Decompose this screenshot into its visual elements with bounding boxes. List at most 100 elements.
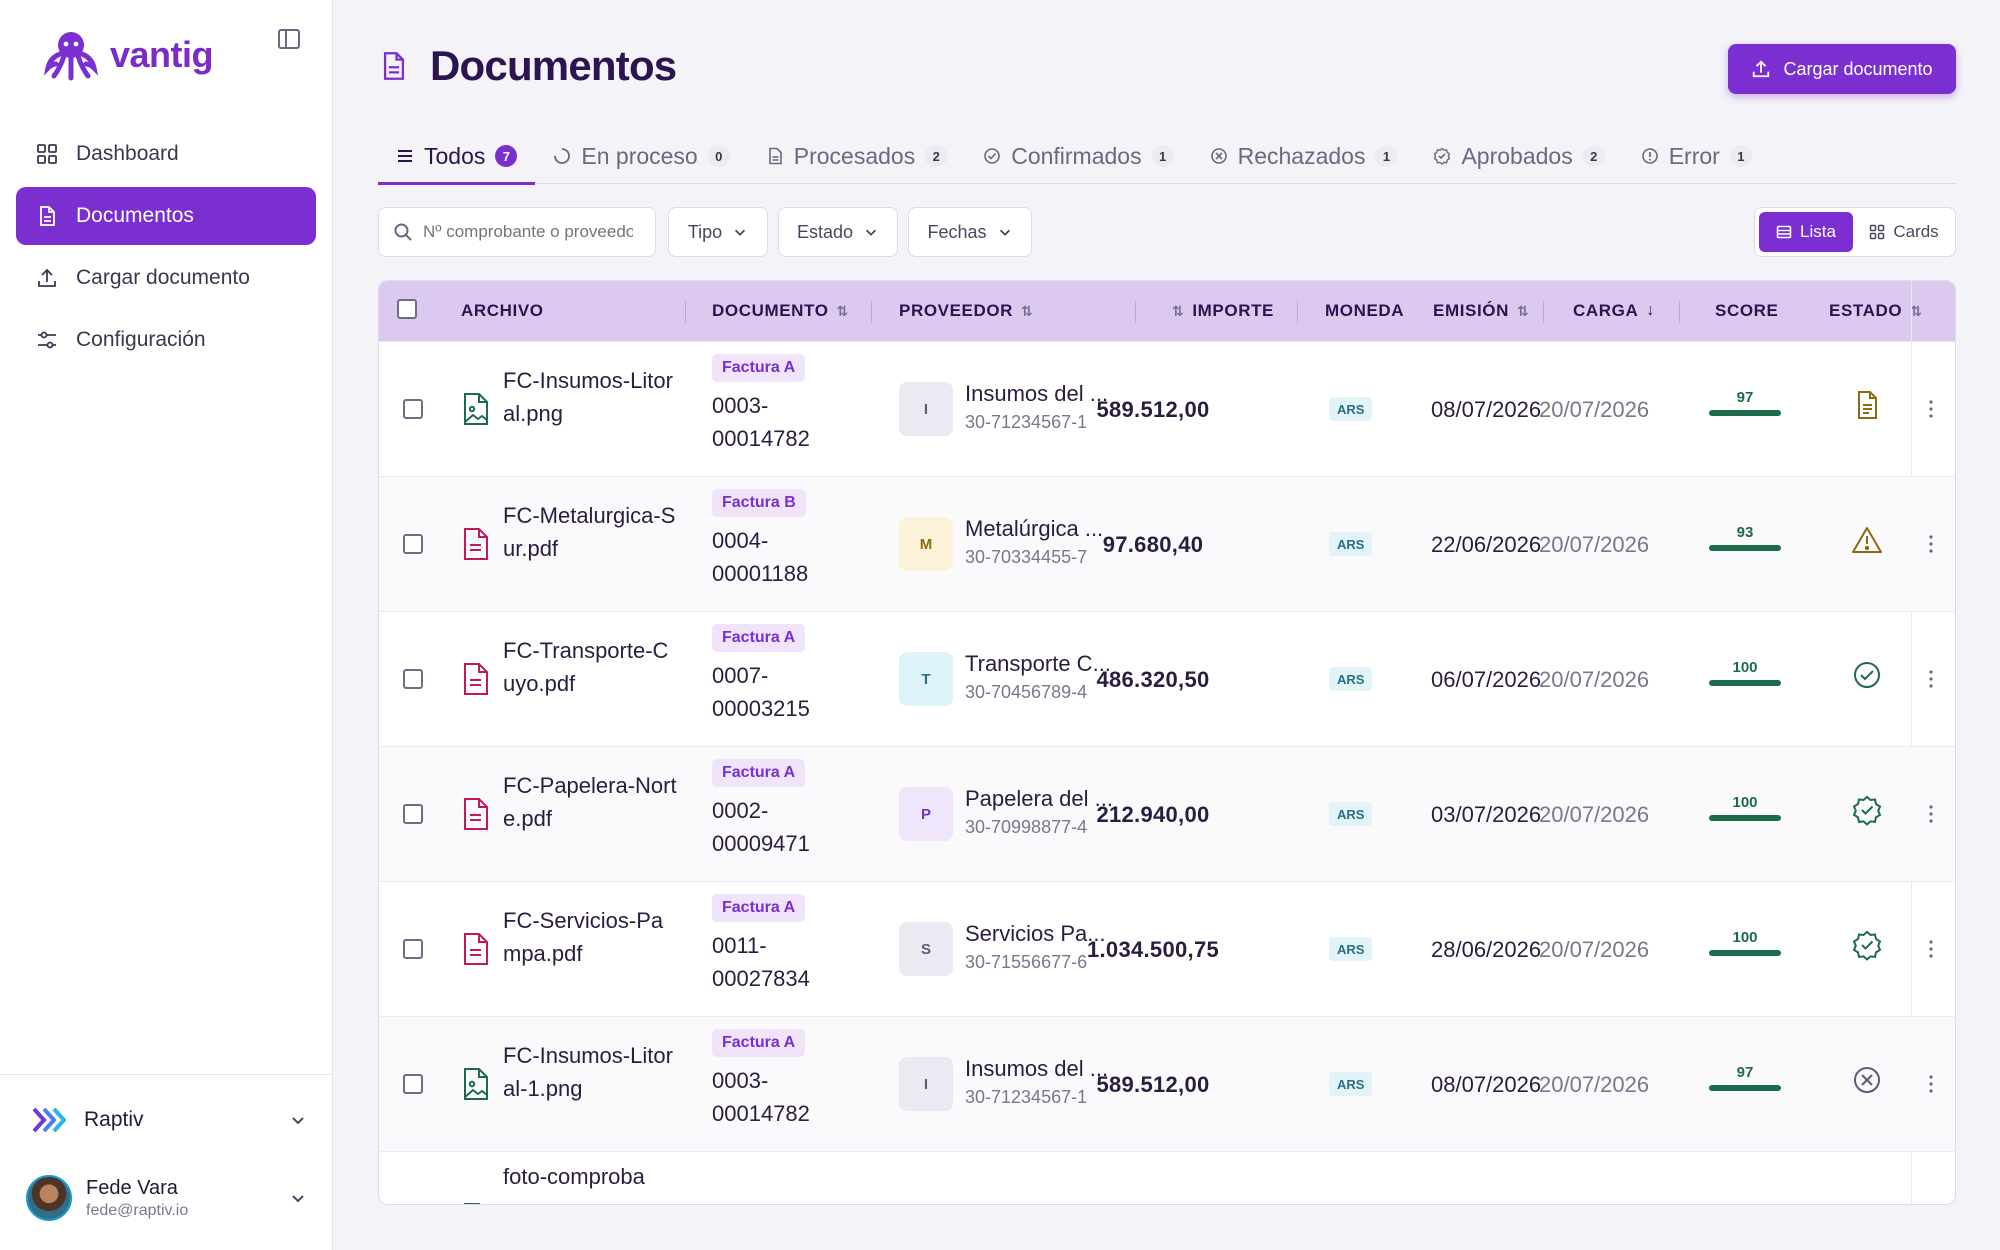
currency-badge: ARS xyxy=(1329,532,1373,556)
document-icon xyxy=(40,206,55,226)
row-checkbox[interactable] xyxy=(403,804,423,824)
page-title: Documentos xyxy=(380,42,677,90)
row-checkbox[interactable] xyxy=(403,669,423,689)
search-input[interactable] xyxy=(423,222,633,242)
tab-en-proceso[interactable]: En proceso 0 xyxy=(535,128,747,184)
table-row[interactable]: FC-Insumos-Litoral-1.png Factura A 0003-00… xyxy=(379,1016,1955,1151)
row-checkbox[interactable] xyxy=(403,1074,423,1094)
fechas-filter-button[interactable]: Fechas xyxy=(908,207,1032,257)
table-row[interactable]: FC-Transporte-Cuyo.pdf Factura A 0007-0000… xyxy=(379,611,1955,746)
table-row[interactable]: foto-comproba———ARS—20/07/2026— xyxy=(379,1151,1955,1204)
page-heading: Documentos xyxy=(430,42,677,89)
column-header-importe[interactable]: ⇅ IMPORTE xyxy=(1172,281,1274,341)
provider-avatar: I xyxy=(899,1057,953,1111)
file-name[interactable]: FC-Servicios-Pampa.pdf xyxy=(503,904,678,970)
column-header-carga[interactable]: CARGA ↓ xyxy=(1573,281,1655,341)
more-actions-icon[interactable] xyxy=(1928,534,1934,554)
warning-status-icon[interactable] xyxy=(1851,524,1883,556)
score-value: 100 xyxy=(1732,794,1758,811)
column-header-archivo[interactable]: ARCHIVO xyxy=(461,281,544,341)
score-value: 93 xyxy=(1736,524,1754,541)
column-header-proveedor[interactable]: PROVEEDOR ⇅ xyxy=(899,281,1033,341)
chevron-down-icon xyxy=(735,229,746,236)
sidebar-item-dashboard[interactable]: Dashboard xyxy=(16,125,316,183)
rejected-status-icon[interactable] xyxy=(1851,1064,1883,1096)
column-label: SCORE xyxy=(1715,301,1779,320)
table-row[interactable]: FC-Metalurgica-Sur.pdf Factura B 0004-0000… xyxy=(379,476,1955,611)
view-cards-label: Cards xyxy=(1893,222,1939,241)
row-checkbox[interactable] xyxy=(403,534,423,554)
table-row[interactable]: FC-Servicios-Pampa.pdf Factura A 0011-0002… xyxy=(379,881,1955,1016)
sidebar-toggle-icon[interactable] xyxy=(276,26,302,52)
table-row[interactable]: FC-Papelera-Norte.pdf Factura A 0002-00009… xyxy=(379,746,1955,881)
org-switcher[interactable]: Raptiv xyxy=(32,1105,307,1135)
upload-button-label: Cargar documento xyxy=(1783,58,1933,79)
estado-filter-button[interactable]: Estado xyxy=(778,207,898,257)
column-label: EMISIÓN xyxy=(1433,301,1509,320)
file-name[interactable]: FC-Transporte-Cuyo.pdf xyxy=(503,634,678,700)
sidebar-item-configuracion[interactable]: Configuración xyxy=(16,311,316,369)
approved-status-icon[interactable] xyxy=(1851,794,1883,826)
provider-avatar: P xyxy=(899,787,953,841)
upload-icon xyxy=(38,268,56,287)
x-circle-icon xyxy=(1210,148,1227,164)
filter-label: Fechas xyxy=(927,221,987,242)
sort-icon: ⇅ xyxy=(1172,302,1185,319)
loading-icon xyxy=(554,148,571,164)
tab-rechazados[interactable]: Rechazados 1 xyxy=(1192,128,1416,184)
tab-count-badge: 0 xyxy=(707,145,730,167)
tipo-filter-button[interactable]: Tipo xyxy=(668,207,768,257)
file-name[interactable]: foto-comproba xyxy=(503,1160,678,1193)
table-icon xyxy=(1776,225,1792,239)
file-name[interactable]: FC-Insumos-Litoral.png xyxy=(503,364,678,430)
more-actions-icon[interactable] xyxy=(1928,804,1934,824)
row-checkbox[interactable] xyxy=(403,939,423,959)
score-indicator: 93 xyxy=(1709,524,1781,551)
check-circle-icon xyxy=(984,148,1001,164)
user-menu[interactable]: Fede Vara fede@raptiv.io xyxy=(26,1175,307,1221)
sort-desc-icon: ↓ xyxy=(1646,302,1655,319)
doc-number: 0004-00001188 xyxy=(712,528,809,586)
more-actions-icon[interactable] xyxy=(1928,669,1934,689)
emision-date: 03/07/2026 xyxy=(1431,802,1542,827)
sidebar-item-cargar[interactable]: Cargar documento xyxy=(16,249,316,307)
file-name[interactable]: FC-Metalurgica-Sur.pdf xyxy=(503,499,678,565)
column-header-documento[interactable]: DOCUMENTO ⇅ xyxy=(712,281,849,341)
tab-count-badge: 1 xyxy=(1151,145,1174,167)
tab-label: Procesados xyxy=(793,142,916,169)
approved-status-icon[interactable] xyxy=(1851,929,1883,961)
processed-status-icon[interactable] xyxy=(1851,389,1883,421)
tab-error[interactable]: Error 1 xyxy=(1623,128,1770,184)
column-header-emision[interactable]: EMISIÓN ⇅ xyxy=(1433,281,1529,341)
upload-icon xyxy=(1753,60,1770,78)
tab-procesados[interactable]: Procesados 2 xyxy=(748,128,965,184)
table-row[interactable]: FC-Insumos-Litoral.png Factura A 0003-0001… xyxy=(379,341,1955,476)
list-icon xyxy=(398,150,412,162)
tab-confirmados[interactable]: Confirmados 1 xyxy=(965,128,1191,184)
alert-circle-icon xyxy=(1641,148,1658,164)
more-actions-icon[interactable] xyxy=(1928,1074,1934,1094)
sidebar-item-documentos[interactable]: Documentos xyxy=(16,187,316,245)
amount-value: 589.512,00 xyxy=(1096,397,1210,422)
file-name[interactable]: FC-Papelera-Norte.pdf xyxy=(503,769,678,835)
column-header-score: SCORE xyxy=(1715,281,1778,341)
tab-label: Confirmados xyxy=(1011,142,1142,169)
score-bar xyxy=(1709,410,1781,416)
upload-document-button[interactable]: Cargar documento xyxy=(1728,44,1956,94)
brand-logo[interactable]: vantig xyxy=(42,28,214,82)
confirmed-status-icon[interactable] xyxy=(1851,659,1883,691)
avatar xyxy=(26,1175,72,1221)
more-actions-icon[interactable] xyxy=(1928,399,1934,419)
tab-todos[interactable]: Todos 7 xyxy=(378,128,536,185)
row-checkbox[interactable] xyxy=(403,399,423,419)
carga-date: 20/07/2026 xyxy=(1539,937,1650,962)
more-actions-icon[interactable] xyxy=(1928,939,1934,959)
view-cards-button[interactable]: Cards xyxy=(1857,212,1951,252)
column-header-estado[interactable]: ESTADO ⇅ xyxy=(1829,281,1923,341)
view-list-button[interactable]: Lista xyxy=(1759,212,1853,252)
score-bar xyxy=(1709,680,1781,686)
file-name[interactable]: FC-Insumos-Litoral-1.png xyxy=(503,1039,678,1105)
table-header: ARCHIVO DOCUMENTO ⇅ PROVEEDOR ⇅ ⇅ IMPORTE M… xyxy=(379,281,1955,341)
select-all-checkbox[interactable] xyxy=(397,299,417,319)
tab-aprobados[interactable]: Aprobados 2 xyxy=(1415,128,1622,184)
